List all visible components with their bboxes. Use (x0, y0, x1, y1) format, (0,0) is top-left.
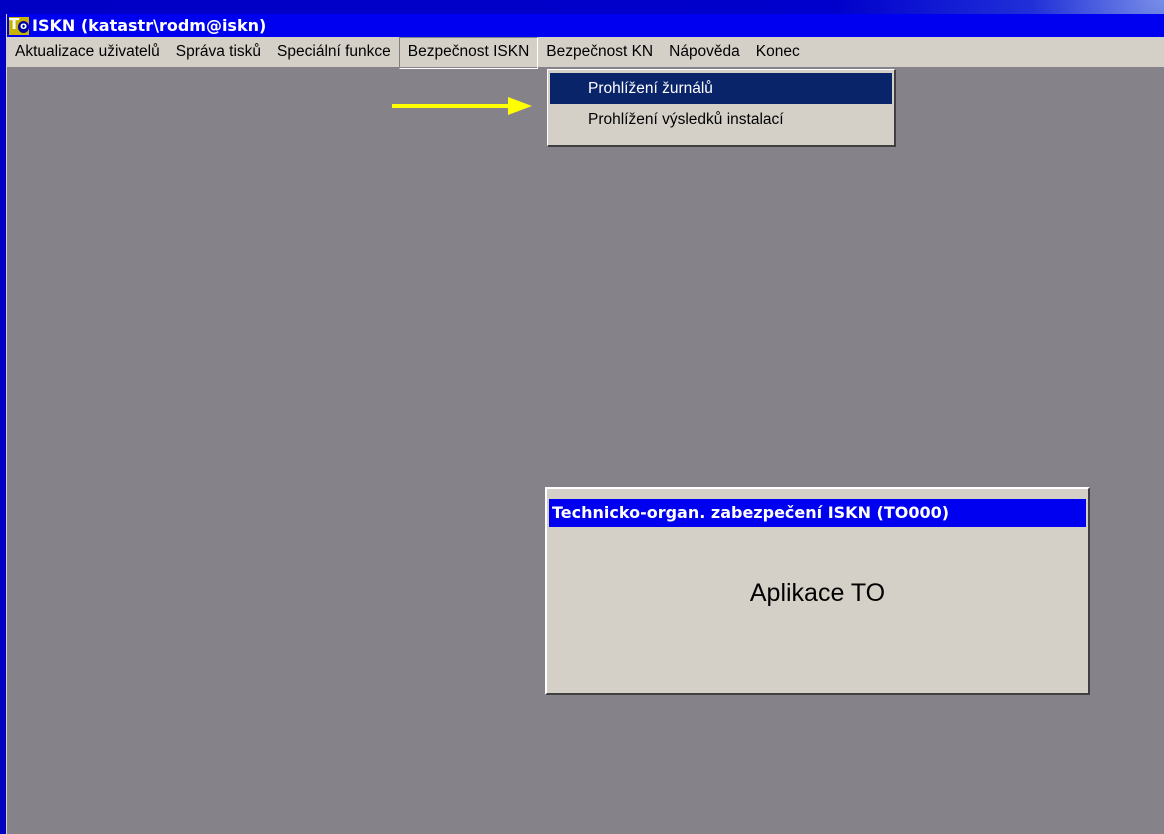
window-title: ISKN (katastr\rodm@iskn) (32, 16, 267, 35)
splash-dialog: Technicko-organ. zabezpečení ISKN (TO000… (545, 487, 1090, 695)
menu-sprava-tisku[interactable]: Správa tisků (168, 37, 269, 67)
yellow-arrow-icon (392, 97, 532, 115)
menu-bezpecnost-iskn[interactable]: Bezpečnost ISKN (398, 37, 539, 69)
menu-napoveda[interactable]: Nápověda (661, 37, 748, 67)
to-app-icon[interactable]: T o (9, 15, 29, 35)
menu-item-prohlizeni-zurnalu[interactable]: Prohlížení žurnálů (550, 73, 892, 104)
menu-specialni-funkce[interactable]: Speciální funkce (269, 37, 399, 67)
menu-konec[interactable]: Konec (748, 37, 808, 67)
bezpecnost-iskn-dropdown: Prohlížení žurnálů Prohlížení výsledků i… (547, 69, 896, 147)
app-icon-letter-o: o (18, 20, 29, 33)
menu-item-prohlizeni-vysledku-instalaci[interactable]: Prohlížení výsledků instalací (550, 104, 892, 135)
menu-aktualizace-uzivatelu[interactable]: Aktualizace uživatelů (7, 37, 168, 67)
menu-bezpecnost-kn[interactable]: Bezpečnost KN (538, 37, 661, 67)
title-bar[interactable]: T o ISKN (katastr\rodm@iskn) (7, 14, 1164, 37)
menu-bar: Aktualizace uživatelů Správa tisků Speci… (7, 37, 1164, 69)
dialog-body-text: Aplikace TO (749, 579, 886, 607)
dialog-title: Technicko-organ. zabezpečení ISKN (TO000… (549, 499, 1086, 527)
